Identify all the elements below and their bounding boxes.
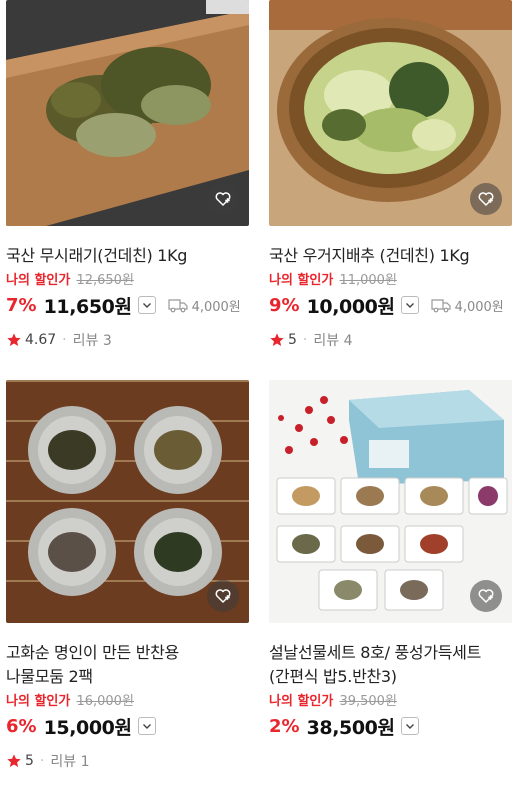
product-card[interactable]: 국산 무시래기(건데친) 1Kg 나의 할인가 12,650원 7% 11,65…: [6, 0, 249, 350]
discount-rate: 9%: [269, 294, 300, 316]
delivery-truck-icon: [430, 299, 451, 313]
price-detail-dropdown[interactable]: [137, 296, 156, 314]
my-discount-label: 나의 할인가: [269, 273, 334, 288]
product-image[interactable]: [269, 380, 512, 623]
my-discount-row: 나의 할인가 39,500원: [269, 693, 512, 711]
wishlist-button[interactable]: [207, 183, 239, 215]
discount-rate: 2%: [269, 715, 300, 737]
chevron-down-icon: [405, 303, 414, 308]
product-title[interactable]: 국산 우거지배추 (건데친) 1Kg: [269, 244, 512, 268]
review-count[interactable]: 리뷰 1: [50, 751, 89, 771]
shipping-fee: 4,000원: [454, 299, 504, 315]
price-detail-dropdown[interactable]: [400, 296, 419, 314]
price-row: 2% 38,500원: [269, 713, 512, 739]
price-detail-dropdown[interactable]: [400, 717, 419, 735]
shipping-fee: 4,000원: [191, 299, 241, 315]
my-discount-row: 나의 할인가 16,000원: [6, 693, 249, 711]
product-card[interactable]: 고화순 명인이 만든 반찬용 나물모둠 2팩 나의 할인가 16,000원 6%…: [6, 380, 249, 771]
product-title-line: 나물모둠 2팩: [6, 667, 93, 686]
heart-plus-icon: [478, 192, 494, 206]
product-title-line: 고화순 명인이 만든 반찬용: [6, 643, 179, 662]
review-count[interactable]: 리뷰 4: [313, 330, 352, 350]
heart-plus-icon: [215, 192, 231, 206]
product-title[interactable]: 고화순 명인이 만든 반찬용 나물모둠 2팩: [6, 641, 249, 689]
product-image[interactable]: [269, 0, 512, 226]
review-count[interactable]: 리뷰 3: [73, 330, 112, 350]
chevron-down-icon: [142, 724, 151, 729]
star-icon: [7, 333, 21, 346]
discount-rate: 7%: [6, 294, 37, 316]
rating-row: 5 · 리뷰 4: [269, 330, 512, 350]
rating-score: 4.67: [25, 332, 57, 348]
my-discount-label: 나의 할인가: [6, 273, 71, 288]
product-title-line: 설날선물세트 8호/ 풍성가득세트: [269, 643, 482, 662]
product-title-line: (간편식 밥5.반찬3): [269, 667, 397, 686]
my-discount-row: 나의 할인가 12,650원: [6, 272, 249, 290]
sale-price: 38,500원: [306, 716, 395, 739]
wishlist-button[interactable]: [470, 183, 502, 215]
product-image[interactable]: [6, 0, 249, 226]
my-discount-label: 나의 할인가: [6, 694, 71, 709]
wishlist-button[interactable]: [470, 580, 502, 612]
delivery-truck-icon: [167, 299, 188, 313]
chevron-down-icon: [405, 724, 414, 729]
product-card[interactable]: 국산 우거지배추 (건데친) 1Kg 나의 할인가 11,000원 9% 10,…: [269, 0, 512, 350]
rating-score: 5: [288, 332, 297, 348]
rating-row: 5 · 리뷰 1: [6, 751, 249, 771]
heart-plus-icon: [478, 589, 494, 603]
product-image[interactable]: [6, 380, 249, 623]
product-card[interactable]: 설날선물세트 8호/ 풍성가득세트 (간편식 밥5.반찬3) 나의 할인가 39…: [269, 380, 512, 739]
separator-dot: ·: [62, 332, 67, 348]
sale-price: 11,650원: [43, 295, 132, 318]
product-title[interactable]: 설날선물세트 8호/ 풍성가득세트 (간편식 밥5.반찬3): [269, 641, 512, 689]
price-row: 6% 15,000원: [6, 713, 249, 739]
price-detail-dropdown[interactable]: [137, 717, 156, 735]
sale-price: 10,000원: [306, 295, 395, 318]
star-icon: [270, 333, 284, 346]
my-discount-row: 나의 할인가 11,000원: [269, 272, 512, 290]
rating-row: 4.67 · 리뷰 3: [6, 330, 249, 350]
star-icon: [7, 754, 21, 767]
wishlist-button[interactable]: [207, 580, 239, 612]
original-price: 16,000원: [76, 694, 134, 709]
separator-dot: ·: [302, 332, 308, 348]
original-price: 12,650원: [76, 273, 134, 288]
original-price: 39,500원: [339, 694, 397, 709]
price-row: 7% 11,650원 4,000원: [6, 292, 249, 318]
sale-price: 15,000원: [43, 716, 132, 739]
heart-plus-icon: [215, 589, 231, 603]
discount-rate: 6%: [6, 715, 37, 737]
product-title[interactable]: 국산 무시래기(건데친) 1Kg: [6, 244, 249, 268]
separator-dot: ·: [39, 753, 45, 769]
my-discount-label: 나의 할인가: [269, 694, 334, 709]
chevron-down-icon: [142, 303, 151, 308]
price-row: 9% 10,000원 4,000원: [269, 292, 512, 318]
original-price: 11,000원: [339, 273, 397, 288]
rating-score: 5: [25, 753, 34, 769]
